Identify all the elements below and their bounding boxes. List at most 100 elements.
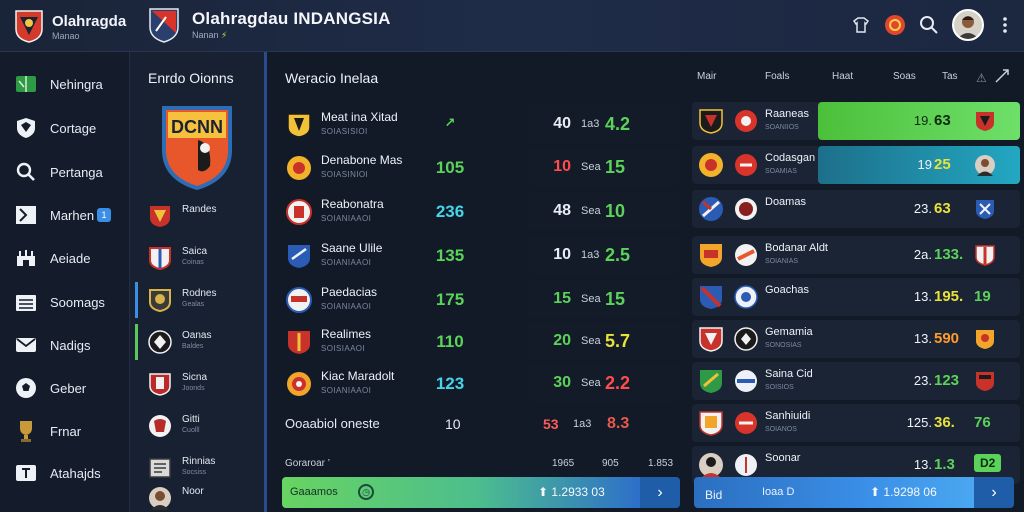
match-row[interactable]: Reabonatra SOIANIAAOI 236 48 Sea 10 — [280, 192, 681, 230]
score-box[interactable]: 30 Sea 2.2 — [527, 364, 681, 402]
match-row[interactable]: Paedacias SOIANIAAOI 175 15 Sea 15 — [280, 280, 681, 318]
team-shirt-icon[interactable] — [850, 14, 872, 36]
sidebar-item-5[interactable]: Aeiade — [0, 241, 130, 275]
away-score: 5.7 — [605, 331, 631, 351]
warning-icon[interactable]: ⚠ — [976, 71, 987, 85]
away-score: 4.2 — [605, 114, 631, 134]
team-row[interactable]: Noor — [130, 480, 264, 512]
chevron-right-icon[interactable]: › — [974, 477, 1014, 508]
summary-away: 8.3 — [607, 415, 630, 432]
sidebar-item-8[interactable]: Geber — [0, 371, 130, 405]
odds-team-name: Sanhiuidi — [765, 410, 811, 422]
odds-row[interactable]: Doamas 23. 63 — [692, 190, 1020, 228]
expand-icon[interactable] — [994, 68, 1010, 87]
match-value: 110 — [436, 332, 464, 351]
sidebar-item-7[interactable]: Nadigs — [0, 328, 130, 362]
sidebar-item-6[interactable]: Soomags — [0, 285, 130, 319]
match-subtitle: SOIASINIOI — [321, 170, 369, 179]
match-minute: Sea — [581, 377, 601, 389]
team-name: Rodnes — [182, 288, 217, 299]
home-score: 48 — [553, 202, 571, 219]
team-name: Randes — [182, 204, 217, 215]
match-minute: Sea — [581, 161, 601, 173]
odds-value-1: 13. — [913, 457, 932, 472]
sidebar-item-9[interactable]: Frnar — [0, 414, 130, 448]
sidebar-item-3[interactable]: Pertanga — [0, 155, 130, 189]
score-box[interactable]: 10 1a3 2.5 — [527, 236, 681, 274]
away-score: 15 — [605, 289, 626, 309]
brand-logo[interactable] — [14, 9, 44, 43]
odds-value-2: 123 — [934, 372, 960, 389]
odds-team-subtitle: SOANIIOS — [765, 124, 799, 131]
sidebar-item-label: Atahajds — [50, 465, 101, 481]
odds-row[interactable]: Bodanar Aldt SOIANIAS 2a. 133. — [692, 236, 1020, 274]
team-crest-icon — [976, 200, 994, 219]
search-icon[interactable] — [918, 14, 940, 36]
team-crest-icon — [976, 372, 994, 391]
teams-title: Enrdo Oionns — [148, 70, 234, 86]
summary-minute: 1a3 — [573, 418, 592, 430]
score-box[interactable]: 48 Sea 10 — [527, 192, 681, 230]
sidebar-item-1[interactable]: Nehingra — [0, 67, 130, 101]
team-row[interactable]: Saica Coinas — [130, 240, 264, 276]
pitch-icon — [14, 72, 38, 96]
match-row[interactable]: Kiac Maradolt SOIANIAAOI 123 30 Sea 2.2 — [280, 364, 681, 402]
featured-club-crest[interactable]: DCNN — [160, 104, 234, 190]
team-row[interactable]: Gitti Cuolll — [130, 408, 264, 444]
odds-row[interactable]: Goachas 13. 195. 19 — [692, 278, 1020, 316]
odds-row[interactable]: Sanhiuidi SOIANOS 125. 36. 76 — [692, 404, 1020, 442]
sidebar-item-2[interactable]: Cortage — [0, 111, 130, 145]
team-crest-icon — [286, 199, 312, 225]
odds-value-2: 63 — [934, 112, 951, 129]
odds-team-name: Codasgan — [765, 152, 816, 164]
team-row[interactable]: Sicna Joonds — [130, 366, 264, 402]
brand-subtitle: Manao — [52, 31, 80, 41]
team-crest-icon — [700, 244, 722, 267]
club-crest-logo — [149, 8, 179, 43]
match-name: Denabone Mas — [321, 153, 403, 167]
odds-row[interactable]: Raaneas SOANIIOS 19. 63 — [692, 102, 1020, 140]
odds-team-name: Soonar — [765, 452, 801, 464]
odds-row[interactable]: Saina Cid SOISIOS 23. 123 — [692, 362, 1020, 400]
home-score: 10 — [553, 158, 571, 175]
match-minute: Sea — [581, 335, 601, 347]
matches-summary-row[interactable]: Ooaabiol oneste 10 53 1a3 8.3 — [285, 414, 675, 434]
summary-home: 53 — [543, 416, 559, 432]
odds-team-subtitle: SOIANOS — [765, 426, 797, 433]
odds-row[interactable]: Codasgan SOAMIAS 19 25 — [692, 146, 1020, 184]
jersey-icon — [14, 203, 38, 227]
bet-slip-bar[interactable]: Gaaamos ◷ ⬆ 1.2933 03 › — [282, 477, 680, 508]
team-row[interactable]: Randes — [130, 198, 264, 234]
match-name: Meat ina Xitad — [321, 110, 398, 124]
odds-team-subtitle: SONOSIAS — [765, 342, 802, 349]
bet-slip-label: Gaaamos — [290, 486, 338, 498]
match-row[interactable]: Denabone Mas SOIASINIOI 105 10 Sea 15 — [280, 148, 681, 186]
match-row[interactable]: Realimes SOISIAAOI 110 20 Sea 5.7 — [280, 322, 681, 360]
footer-col-3: 1.853 — [648, 458, 674, 469]
sidebar-item-label: Soomags — [50, 294, 105, 310]
match-row[interactable]: Saane Ulile SOIANIAAOI 135 10 1a3 2.5 — [280, 236, 681, 274]
team-row[interactable]: Oanas Baldes — [130, 324, 264, 360]
team-crest-icon — [149, 289, 171, 312]
score-box[interactable]: 10 Sea 15 — [527, 148, 681, 186]
sidebar-item-10[interactable]: Atahajds — [0, 456, 130, 490]
score-box[interactable]: 20 Sea 5.7 — [527, 322, 681, 360]
clock-icon: ◷ — [358, 484, 374, 500]
score-box[interactable]: 15 Sea 15 — [527, 280, 681, 318]
team-row[interactable]: Rodnes Gealas — [130, 282, 264, 318]
notification-icon[interactable] — [884, 14, 906, 36]
team-subtitle: Cuolll — [182, 427, 200, 434]
match-row[interactable]: Meat ina Xitad SOIASISIOI ↗ 40 1a3 4.2 — [280, 105, 681, 143]
odds-header-1: Mair — [697, 71, 717, 82]
chevron-right-icon[interactable]: › — [640, 477, 680, 508]
odds-row[interactable]: Gemamia SONOSIAS 13. 590 — [692, 320, 1020, 358]
more-menu-icon[interactable] — [994, 14, 1016, 36]
score-box[interactable]: 40 1a3 4.2 — [527, 105, 681, 143]
user-avatar[interactable] — [952, 9, 984, 41]
odds-value-2: 1.3 — [934, 456, 955, 473]
match-subtitle: SOIASISIOI — [321, 127, 368, 136]
team-name: Saica — [182, 246, 208, 257]
match-minute: Sea — [581, 205, 601, 217]
bet-slip-bar-right[interactable]: Ioaa D ⬆ 1.9298 06 › — [694, 477, 1014, 508]
sidebar-item-4[interactable]: Marhen 1 — [0, 198, 130, 232]
